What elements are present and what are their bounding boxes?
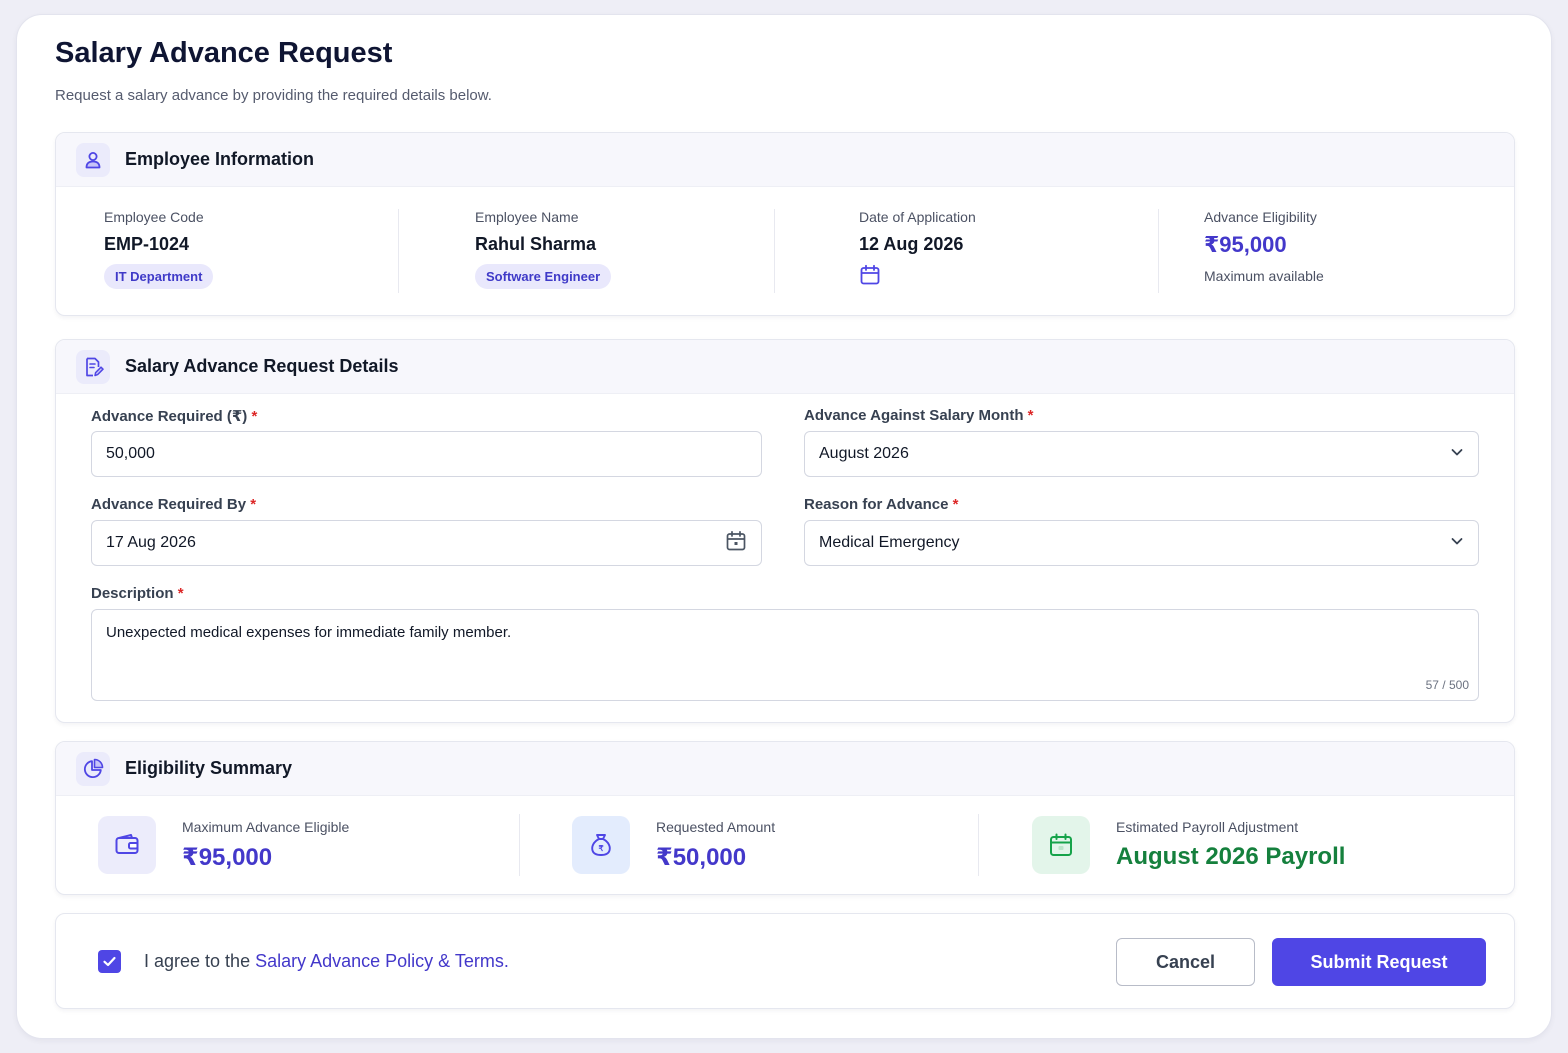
required-marker: * <box>250 496 257 513</box>
description-textarea[interactable]: Unexpected medical expenses for immediat… <box>91 609 1479 701</box>
advance-eligibility-label: Advance Eligibility <box>1204 209 1317 225</box>
agree-checkbox[interactable] <box>98 950 121 973</box>
advance-eligibility-block: Advance Eligibility ₹95,000 Maximum avai… <box>1204 209 1324 284</box>
advance-eligibility-note: Maximum available <box>1204 268 1324 284</box>
agree-text: I agree to the Salary Advance Policy & T… <box>144 951 509 972</box>
money-bag-icon: ₹ <box>572 816 630 874</box>
divider <box>398 209 399 293</box>
cancel-button[interactable]: Cancel <box>1116 938 1255 986</box>
salary-month-label: Advance Against Salary Month * <box>804 407 1034 424</box>
agree-prefix: I agree to the <box>144 951 256 971</box>
submit-request-button[interactable]: Submit Request <box>1272 938 1486 986</box>
request-details-header: Salary Advance Request Details <box>56 340 1514 394</box>
employee-code-value: EMP-1024 <box>104 234 190 254</box>
wallet-icon <box>98 816 156 874</box>
employee-code-block: Employee Code EMP-1024 IT Department <box>104 209 214 289</box>
payroll-adjustment-summary: Estimated Payroll Adjustment August 2026… <box>1032 816 1345 874</box>
reason-select[interactable]: Medical Emergency <box>804 520 1479 566</box>
page-title: Salary Advance Request <box>55 37 393 69</box>
svg-text:₹: ₹ <box>598 844 603 853</box>
required-by-date-input[interactable]: 17 Aug 2026 <box>91 520 762 566</box>
calendar-icon[interactable] <box>725 530 747 557</box>
designation-badge: Software Engineer <box>475 264 612 289</box>
page-subtitle: Request a salary advance by providing th… <box>55 87 492 104</box>
required-marker: * <box>177 585 184 602</box>
character-counter: 57 / 500 <box>1425 678 1469 692</box>
eligibility-summary-card: Eligibility Summary Maximum Advance Elig… <box>55 741 1515 895</box>
max-eligible-value: ₹95,000 <box>182 843 273 871</box>
chevron-down-icon <box>1450 534 1464 553</box>
calendar-icon <box>859 264 976 291</box>
salary-month-select[interactable]: August 2026 <box>804 431 1479 477</box>
check-icon <box>103 956 116 967</box>
reason-label: Reason for Advance * <box>804 496 959 513</box>
employee-info-card: Employee Information Employee Code EMP-1… <box>55 132 1515 316</box>
pie-chart-icon <box>76 751 110 786</box>
request-details-card: Salary Advance Request Details Advance R… <box>55 339 1515 723</box>
employee-name-block: Employee Name Rahul Sharma Software Engi… <box>475 209 612 289</box>
requested-amount-label: Requested Amount <box>656 818 776 835</box>
employee-name-label: Employee Name <box>475 209 579 225</box>
employee-info-header: Employee Information <box>56 133 1514 187</box>
divider <box>978 814 979 876</box>
advance-eligibility-value: ₹95,000 <box>1204 232 1287 257</box>
user-icon <box>76 142 110 177</box>
policy-terms-link[interactable]: Salary Advance Policy & Terms. <box>255 951 509 971</box>
divider <box>1158 209 1159 293</box>
salary-month-value: August 2026 <box>819 445 909 462</box>
eligibility-summary-title: Eligibility Summary <box>125 758 293 778</box>
employee-info-title: Employee Information <box>125 149 315 169</box>
employee-name-value: Rahul Sharma <box>475 234 597 254</box>
application-date-value: 12 Aug 2026 <box>859 234 964 254</box>
required-marker: * <box>251 408 258 425</box>
advance-amount-value: 50,000 <box>106 445 155 462</box>
required-by-label: Advance Required By * <box>91 496 257 513</box>
requested-amount-summary: ₹ Requested Amount ₹50,000 <box>572 816 775 874</box>
application-date-label: Date of Application <box>859 209 976 225</box>
required-marker: * <box>1027 407 1034 424</box>
amount-label: Advance Required (₹) * <box>91 408 258 425</box>
required-marker: * <box>952 496 959 513</box>
salary-advance-page: Salary Advance Request Request a salary … <box>16 14 1552 1039</box>
max-eligible-label: Maximum Advance Eligible <box>182 818 350 835</box>
eligibility-summary-header: Eligibility Summary <box>56 742 1514 796</box>
department-badge: IT Department <box>104 264 214 289</box>
divider <box>519 814 520 876</box>
advance-amount-input[interactable]: 50,000 <box>91 431 762 477</box>
employee-code-label: Employee Code <box>104 209 204 225</box>
form-footer: I agree to the Salary Advance Policy & T… <box>55 913 1515 1009</box>
payroll-adjustment-label: Estimated Payroll Adjustment <box>1116 819 1299 835</box>
max-eligible-summary: Maximum Advance Eligible ₹95,000 <box>98 816 349 874</box>
description-label: Description * <box>91 585 184 602</box>
application-date-block: Date of Application 12 Aug 2026 <box>859 209 976 291</box>
payroll-adjustment-value: August 2026 Payroll <box>1116 843 1346 870</box>
requested-amount-value: ₹50,000 <box>656 843 747 871</box>
calendar-icon <box>1032 816 1090 874</box>
chevron-down-icon <box>1450 445 1464 464</box>
divider <box>774 209 775 293</box>
required-by-value: 17 Aug 2026 <box>106 534 196 551</box>
description-value: Unexpected medical expenses for immediat… <box>106 624 512 641</box>
reason-value: Medical Emergency <box>819 534 960 551</box>
edit-document-icon <box>76 349 110 384</box>
request-details-title: Salary Advance Request Details <box>125 356 399 376</box>
